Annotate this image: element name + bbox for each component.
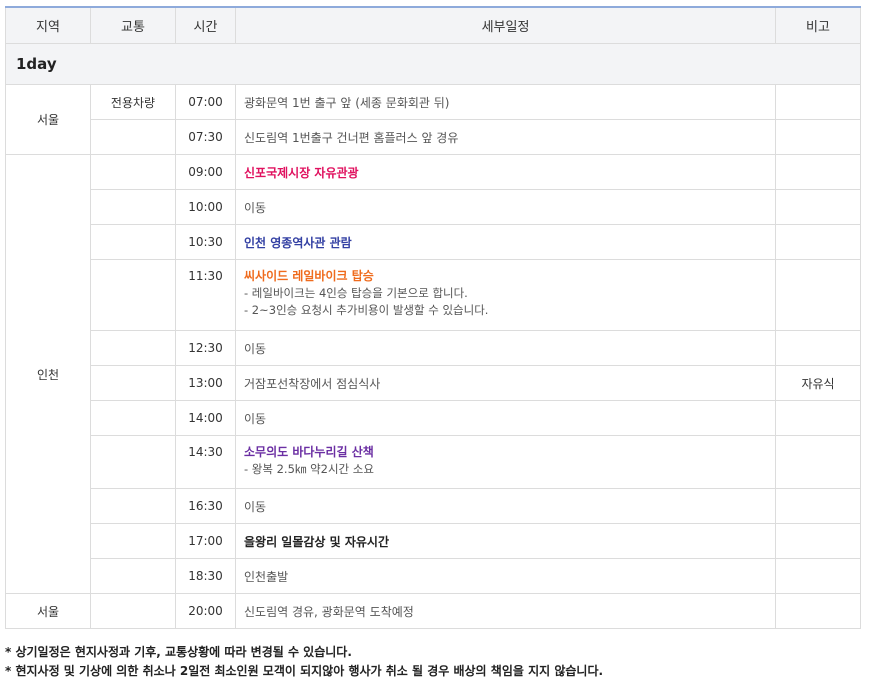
note-cell (775, 400, 861, 436)
header-note: 비고 (775, 6, 861, 44)
transport-cell (90, 154, 176, 190)
table-row: 18:30 인천출발 (6, 558, 861, 594)
transport-cell (90, 523, 176, 559)
time-cell: 14:30 (175, 435, 236, 489)
footnotes: * 상기일정은 현지사정과 기후, 교통상황에 따라 변경될 수 있습니다. *… (5, 643, 603, 681)
note-cell (775, 189, 861, 225)
note-cell (775, 488, 861, 524)
table-row: 14:00 이동 (6, 400, 861, 436)
highlight-activity: 을왕리 일몰감상 및 자유시간 (244, 534, 390, 549)
table-row: 10:00 이동 (6, 189, 861, 225)
note-cell: 자유식 (775, 365, 861, 401)
itinerary-table: 지역 교통 시간 세부일정 비고 1day 서울 전용차량 07:00 광화문역… (5, 6, 861, 629)
table-row: 07:30 신도림역 1번출구 건너편 홈플러스 앞 경유 (6, 119, 861, 155)
note-cell (775, 593, 861, 629)
table-header-row: 지역 교통 시간 세부일정 비고 (5, 6, 861, 44)
transport-cell: 전용차량 (90, 84, 176, 120)
header-transport: 교통 (90, 6, 176, 44)
header-region: 지역 (5, 6, 91, 44)
detail-cell: 이동 (235, 400, 776, 436)
note-cell (775, 84, 861, 120)
note-cell (775, 435, 861, 489)
time-cell: 10:30 (175, 224, 236, 260)
region-cell: 인천 (5, 154, 91, 594)
detail-cell: 소무의도 바다누리길 산책 - 왕복 2.5㎞ 약2시간 소요 (235, 435, 776, 489)
time-cell: 11:30 (175, 259, 236, 331)
detail-cell: 광화문역 1번 출구 앞 (세종 문화회관 뒤) (235, 84, 776, 120)
transport-cell (90, 365, 176, 401)
detail-cell: 이동 (235, 488, 776, 524)
table-row: 인천 09:00 신포국제시장 자유관광 (5, 154, 861, 594)
note-cell (775, 558, 861, 594)
itinerary-page: 지역 교통 시간 세부일정 비고 1day 서울 전용차량 07:00 광화문역… (0, 0, 872, 682)
table-row: 11:30 씨사이드 레일바이크 탑승 - 레일바이크는 4인승 탑승을 기본으… (6, 259, 861, 331)
day-label: 1day (5, 43, 861, 85)
detail-subnote: - 왕복 2.5㎞ 약2시간 소요 (244, 462, 374, 476)
transport-cell (90, 119, 176, 155)
table-row: 14:30 소무의도 바다누리길 산책 - 왕복 2.5㎞ 약2시간 소요 (6, 435, 861, 489)
table-row: 12:30 이동 (6, 330, 861, 366)
detail-cell: 이동 (235, 330, 776, 366)
region-cell: 서울 (5, 84, 91, 155)
note-cell (775, 259, 861, 331)
detail-cell: 씨사이드 레일바이크 탑승 - 레일바이크는 4인승 탑승을 기본으로 합니다.… (235, 259, 776, 331)
transport-cell (90, 189, 176, 225)
time-cell: 20:00 (175, 593, 236, 629)
table-row: 16:30 이동 (6, 488, 861, 524)
header-detail: 세부일정 (235, 6, 776, 44)
detail-cell: 이동 (235, 189, 776, 225)
transport-cell (90, 224, 176, 260)
detail-cell: 인천출발 (235, 558, 776, 594)
note-cell (775, 119, 861, 155)
table-row: 13:00 거잠포선착장에서 점심식사 자유식 (6, 365, 861, 401)
footnote: * 현지사정 및 기상에 의한 취소나 2일전 최소인원 모객이 되지않아 행사… (5, 664, 604, 678)
table-row: 10:30 인천 영종역사관 관람 (6, 224, 861, 260)
transport-cell (90, 593, 176, 629)
transport-cell (90, 435, 176, 489)
highlight-activity: 신포국제시장 자유관광 (244, 165, 359, 180)
table-row: 17:00 을왕리 일몰감상 및 자유시간 (6, 523, 861, 559)
transport-cell (90, 558, 176, 594)
detail-cell: 신도림역 경유, 광화문역 도착예정 (235, 593, 776, 629)
detail-cell: 거잠포선착장에서 점심식사 (235, 365, 776, 401)
transport-cell (90, 330, 176, 366)
transport-cell (90, 488, 176, 524)
time-cell: 14:00 (175, 400, 236, 436)
table-row: 서울 전용차량 07:00 광화문역 1번 출구 앞 (세종 문화회관 뒤) (5, 84, 861, 155)
time-cell: 13:00 (175, 365, 236, 401)
table-row: 서울 20:00 신도림역 경유, 광화문역 도착예정 (5, 593, 861, 629)
detail-cell: 신포국제시장 자유관광 (235, 154, 776, 190)
detail-cell: 신도림역 1번출구 건너편 홈플러스 앞 경유 (235, 119, 776, 155)
time-cell: 09:00 (175, 154, 236, 190)
highlight-activity: 인천 영종역사관 관람 (244, 235, 352, 250)
transport-cell (90, 259, 176, 331)
time-cell: 12:30 (175, 330, 236, 366)
detail-cell: 인천 영종역사관 관람 (235, 224, 776, 260)
transport-cell (90, 400, 176, 436)
note-cell (775, 224, 861, 260)
day-row: 1day (5, 43, 861, 85)
header-time: 시간 (175, 6, 236, 44)
time-cell: 16:30 (175, 488, 236, 524)
region-cell: 서울 (5, 593, 91, 629)
highlight-activity: 씨사이드 레일바이크 탑승 (244, 269, 374, 283)
footnote: * 상기일정은 현지사정과 기후, 교통상황에 따라 변경될 수 있습니다. (5, 645, 352, 659)
note-cell (775, 330, 861, 366)
detail-cell: 을왕리 일몰감상 및 자유시간 (235, 523, 776, 559)
time-cell: 07:00 (175, 84, 236, 120)
detail-subnote: - 2~3인승 요청시 추가비용이 발생할 수 있습니다. (244, 303, 489, 317)
time-cell: 07:30 (175, 119, 236, 155)
highlight-activity: 소무의도 바다누리길 산책 (244, 445, 374, 459)
detail-subnote: - 레일바이크는 4인승 탑승을 기본으로 합니다. (244, 286, 468, 300)
note-cell (775, 154, 861, 190)
time-cell: 18:30 (175, 558, 236, 594)
time-cell: 17:00 (175, 523, 236, 559)
time-cell: 10:00 (175, 189, 236, 225)
note-cell (775, 523, 861, 559)
